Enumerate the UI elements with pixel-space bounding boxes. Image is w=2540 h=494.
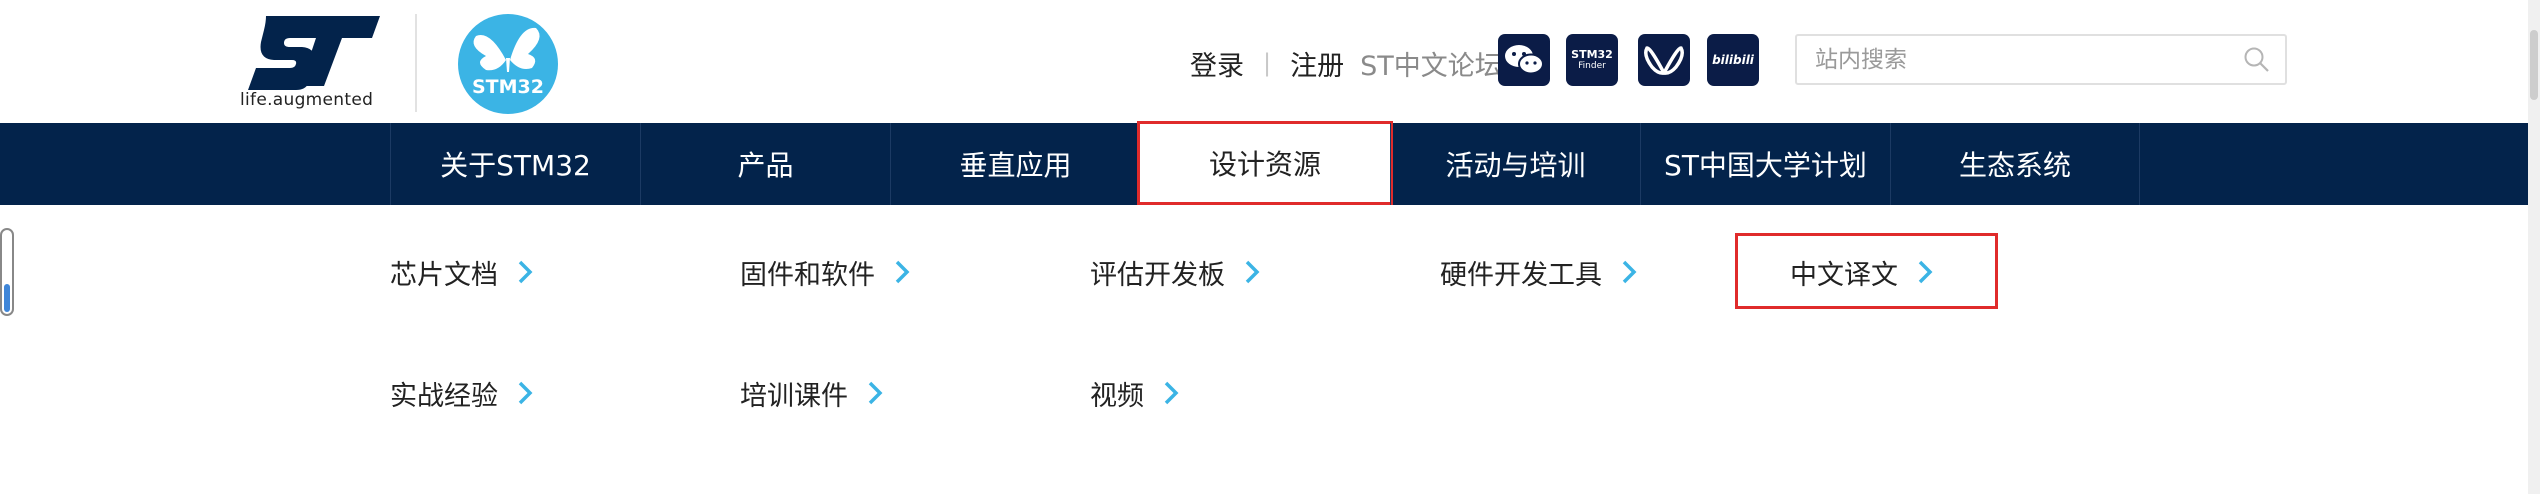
forum-link[interactable]: ST中文论坛 xyxy=(1360,44,1502,83)
nav-label: 活动与培训 xyxy=(1445,149,1586,182)
search-box xyxy=(1795,34,2287,85)
stm32-logo[interactable]: STM32 xyxy=(456,12,560,116)
chevron-right-icon xyxy=(518,260,533,284)
page-scrollbar[interactable] xyxy=(2528,0,2540,494)
side-scroll-slider[interactable] xyxy=(0,228,14,316)
butterfly-wings-icon xyxy=(1644,46,1684,75)
chevron-right-icon xyxy=(1622,260,1637,284)
submenu-videos[interactable]: 视频 xyxy=(1090,373,1182,413)
chevron-right-icon xyxy=(1164,381,1179,405)
login-link[interactable]: 登录 xyxy=(1190,44,1244,83)
st-logo[interactable]: life.augmented xyxy=(238,12,388,112)
submenu-label: 硬件开发工具 xyxy=(1440,259,1602,291)
top-links: 登录 | 注册 ST中文论坛 xyxy=(1190,42,1502,84)
st-tagline: life.augmented xyxy=(240,90,374,110)
submenu-label: 固件和软件 xyxy=(740,259,875,291)
wechat-button[interactable] xyxy=(1498,34,1550,86)
weibo-button[interactable] xyxy=(1638,34,1690,86)
finder-line2: Finder xyxy=(1578,61,1606,71)
register-link[interactable]: 注册 xyxy=(1290,44,1344,83)
chevron-right-icon xyxy=(868,381,883,405)
bilibili-button[interactable]: bilibili xyxy=(1707,34,1759,86)
nav-label: ST中国大学计划 xyxy=(1664,149,1867,182)
nav-label: 关于STM32 xyxy=(440,149,591,182)
nav-label: 生态系统 xyxy=(1958,149,2071,182)
submenu-practical-experience[interactable]: 实战经验 xyxy=(390,373,536,413)
bilibili-wordmark: bilibili xyxy=(1712,53,1754,67)
nav-label: 垂直应用 xyxy=(959,149,1072,182)
nav-item-design-resources[interactable]: 设计资源 xyxy=(1137,121,1393,205)
nav-label: 产品 xyxy=(737,149,794,182)
submenu-label: 芯片文档 xyxy=(390,259,498,291)
submenu-training-materials[interactable]: 培训课件 xyxy=(740,373,886,413)
submenu-chip-docs[interactable]: 芯片文档 xyxy=(390,252,536,292)
nav-item-events-training[interactable]: 活动与培训 xyxy=(1390,123,1640,205)
submenu-hardware-tools[interactable]: 硬件开发工具 xyxy=(1440,252,1640,292)
nav-item-vertical-apps[interactable]: 垂直应用 xyxy=(890,123,1140,205)
design-resources-dropdown xyxy=(0,205,2528,494)
butterfly-icon xyxy=(458,14,558,114)
highlight-frame xyxy=(1735,233,1998,309)
scrollbar-thumb[interactable] xyxy=(2530,30,2538,100)
nav-item-products[interactable]: 产品 xyxy=(640,123,890,205)
nav-item-university-program[interactable]: ST中国大学计划 xyxy=(1640,123,1890,205)
submenu-label: 培训课件 xyxy=(740,380,848,412)
submenu-label: 评估开发板 xyxy=(1090,259,1225,291)
chevron-right-icon xyxy=(895,260,910,284)
nav-label: 设计资源 xyxy=(1208,148,1321,181)
chevron-right-icon xyxy=(1245,260,1260,284)
nav-item-ecosystem[interactable]: 生态系统 xyxy=(1890,123,2140,205)
main-nav: 关于STM32 产品 垂直应用 设计资源 活动与培训 ST中国大学计划 生态系统 xyxy=(0,121,2528,205)
search-icon[interactable] xyxy=(2243,46,2271,74)
submenu-firmware-software[interactable]: 固件和软件 xyxy=(740,252,913,292)
slider-fill xyxy=(4,284,10,312)
logo-divider xyxy=(415,14,417,112)
search-input[interactable] xyxy=(1815,36,2215,83)
stm32-badge-label: STM32 xyxy=(472,76,544,98)
wechat-icon xyxy=(1505,45,1544,75)
submenu-label: 视频 xyxy=(1090,380,1144,412)
nav-item-about-stm32[interactable]: 关于STM32 xyxy=(390,123,640,205)
chevron-right-icon xyxy=(518,381,533,405)
finder-line1: STM32 xyxy=(1571,48,1613,61)
submenu-eval-boards[interactable]: 评估开发板 xyxy=(1090,252,1263,292)
site-header: life.augmented STM32 登录 | 注册 ST中文论坛 STM3… xyxy=(0,0,2540,123)
submenu-label: 实战经验 xyxy=(390,380,498,412)
link-separator: | xyxy=(1263,49,1272,77)
stm32-finder-button[interactable]: STM32 Finder xyxy=(1566,34,1618,86)
